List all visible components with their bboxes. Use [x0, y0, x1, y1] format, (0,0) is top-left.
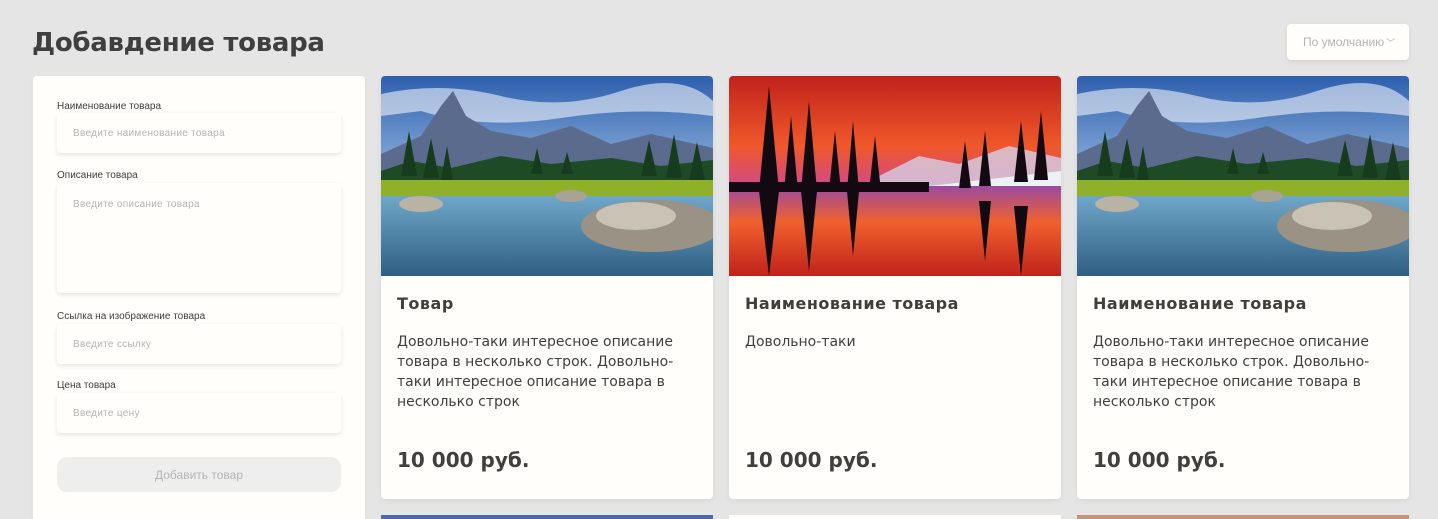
mountain-lake-photo: [1077, 76, 1409, 276]
page-title: Добавдение товара: [32, 28, 325, 58]
product-price-input[interactable]: Введите цену: [57, 393, 341, 433]
product-card-description: Довольно-таки интересное описание товара…: [1093, 334, 1370, 410]
mountain-lake-photo: [381, 76, 713, 276]
product-card[interactable]: Товар Довольно-таки интересное описание …: [381, 76, 713, 499]
product-name-label: Наименование товара: [57, 101, 162, 112]
sunset-lake-photo: [729, 76, 1061, 276]
product-card-description: Довольно-таки: [745, 334, 856, 350]
product-card-peek: [729, 515, 1061, 519]
product-card-price: 10 000 руб.: [1093, 448, 1226, 472]
product-price-label: Цена товара: [57, 380, 116, 391]
add-product-form: Наименование товара Введите наименование…: [33, 76, 365, 519]
product-card-price: 10 000 руб.: [397, 448, 530, 472]
product-card-peek: [381, 515, 713, 519]
chevron-down-icon: ﹀: [1386, 37, 1396, 48]
sort-select[interactable]: По умолчанию ﹀: [1287, 24, 1409, 60]
product-card-title: Наименование товара: [1093, 294, 1307, 313]
product-description-label: Описание товара: [57, 170, 138, 181]
add-product-button[interactable]: Добавить товар: [57, 457, 341, 492]
product-card-price: 10 000 руб.: [745, 448, 878, 472]
product-card-title: Товар: [397, 294, 454, 313]
product-card[interactable]: Наименование товара Довольно-таки 10 000…: [729, 76, 1061, 499]
product-image-link-label: Ссылка на изображение товара: [57, 311, 206, 322]
sort-select-value: По умолчанию: [1303, 35, 1385, 49]
product-card-title: Наименование товара: [745, 294, 959, 313]
product-card-peek: [1077, 515, 1409, 519]
product-image-link-input[interactable]: Введите ссылку: [57, 324, 341, 364]
product-card[interactable]: Наименование товара Довольно-таки интере…: [1077, 76, 1409, 499]
product-description-textarea[interactable]: Введите описание товара: [57, 183, 341, 293]
product-name-input[interactable]: Введите наименование товара: [57, 113, 341, 153]
product-card-description: Довольно-таки интересное описание товара…: [397, 334, 674, 410]
